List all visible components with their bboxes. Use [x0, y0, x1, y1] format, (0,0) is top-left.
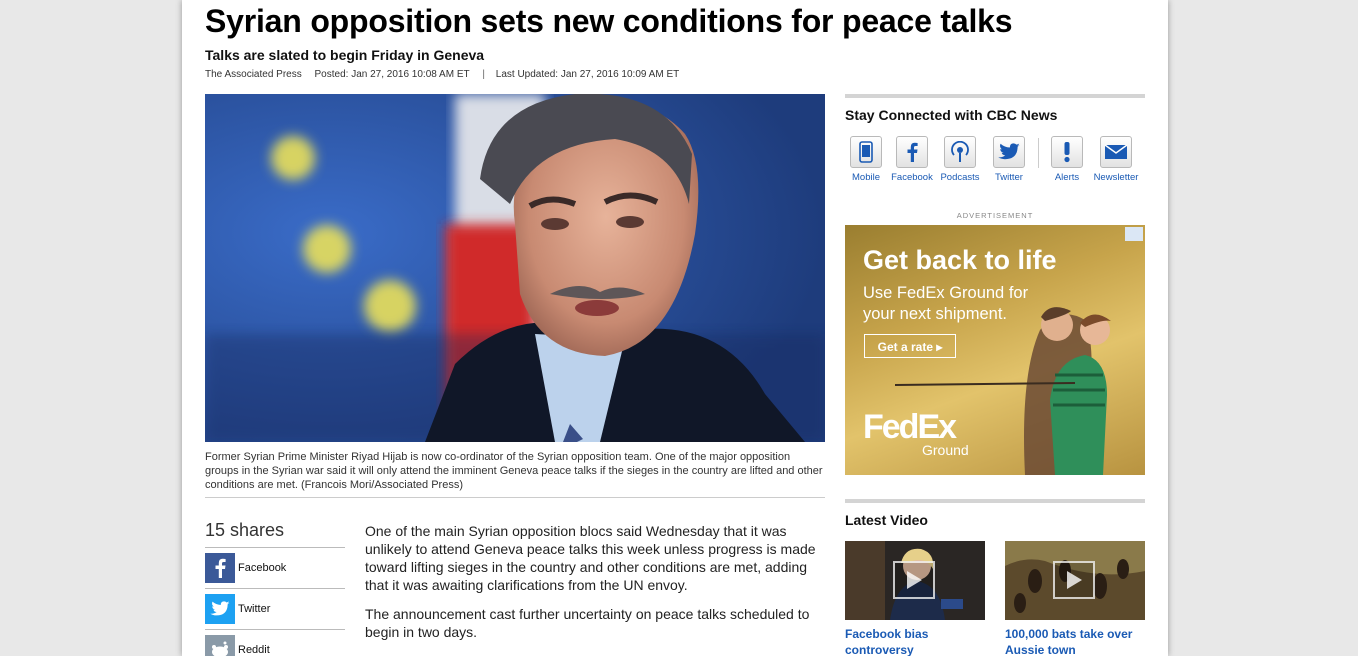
facebook-icon: [896, 136, 928, 168]
posted-time: Posted: Jan 27, 2016 10:08 AM ET: [314, 69, 470, 80]
ad-choices-icon[interactable]: [1125, 227, 1143, 241]
video-title[interactable]: 100,000 bats take over Aussie town: [1005, 626, 1145, 656]
article-body: One of the main Syrian opposition blocs …: [365, 522, 825, 652]
video-item[interactable]: 100,000 bats take over Aussie town: [1005, 541, 1145, 656]
share-reddit-label: Reddit: [238, 644, 270, 656]
social-links: Mobile Facebook Podcasts Twitter Alerts: [845, 136, 1145, 186]
get-a-rate-button[interactable]: Get a rate ▸: [864, 334, 956, 358]
advertisement-label: ADVERTISEMENT: [956, 211, 1034, 220]
share-divider: [205, 588, 345, 589]
article-photo: [205, 94, 825, 442]
source: The Associated Press: [205, 69, 302, 80]
subheadline: Talks are slated to begin Friday in Gene…: [205, 47, 485, 63]
social-newsletter-label: Newsletter: [1093, 172, 1139, 183]
latest-video-title: Latest Video: [845, 512, 928, 528]
share-divider: [205, 547, 345, 548]
play-icon[interactable]: [1053, 561, 1095, 599]
updated-time: Last Updated: Jan 27, 2016 10:09 AM ET: [495, 69, 680, 80]
video-title[interactable]: Facebook bias controversy: [845, 626, 985, 656]
article-page: Syrian opposition sets new conditions fo…: [182, 0, 1168, 656]
social-twitter-label: Twitter: [995, 172, 1023, 183]
sidebar-divider: [845, 94, 1145, 98]
paragraph: The announcement cast further uncertaint…: [365, 606, 810, 640]
share-reddit-button[interactable]: Reddit: [205, 635, 270, 656]
share-facebook-label: Facebook: [238, 562, 287, 574]
reddit-icon: [205, 635, 235, 656]
social-twitter-link[interactable]: Twitter: [979, 136, 1039, 183]
alert-icon: [1051, 136, 1083, 168]
video-thumbnail[interactable]: [845, 541, 985, 620]
byline: The Associated Press Posted: Jan 27, 201…: [205, 69, 689, 80]
share-divider: [205, 629, 345, 630]
ad-subtext: Use FedEx Ground for your next shipment.: [863, 284, 1029, 323]
newsletter-icon: [1100, 136, 1132, 168]
photo-caption: Former Syrian Prime Minister Riyad Hijab…: [205, 451, 823, 491]
twitter-icon: [205, 594, 235, 624]
fedex-logo-ground: Ground: [922, 442, 969, 458]
social-newsletter-link[interactable]: Newsletter: [1086, 136, 1146, 183]
headline: Syrian opposition sets new conditions fo…: [205, 3, 1013, 39]
stay-connected-title: Stay Connected with CBC News: [845, 107, 1058, 123]
byline-separator: |: [482, 69, 485, 80]
fedex-ad[interactable]: Get back to life Use FedEx Ground for yo…: [845, 225, 1145, 475]
paragraph: One of the main Syrian opposition blocs …: [365, 523, 816, 593]
share-twitter-button[interactable]: Twitter: [205, 594, 270, 624]
share-twitter-label: Twitter: [238, 603, 271, 615]
sidebar-divider: [845, 499, 1145, 503]
play-icon[interactable]: [893, 561, 935, 599]
ad-headline: Get back to life: [863, 245, 1057, 275]
photo-illustration: [205, 94, 825, 442]
twitter-icon: [993, 136, 1025, 168]
mobile-icon: [850, 136, 882, 168]
caption-divider: [205, 497, 825, 498]
facebook-icon: [205, 553, 235, 583]
video-item[interactable]: Facebook bias controversy: [845, 541, 985, 656]
share-facebook-button[interactable]: Facebook: [205, 553, 286, 583]
video-thumbnail[interactable]: [1005, 541, 1145, 620]
podcast-icon: [944, 136, 976, 168]
share-count: 15 shares: [205, 520, 285, 540]
